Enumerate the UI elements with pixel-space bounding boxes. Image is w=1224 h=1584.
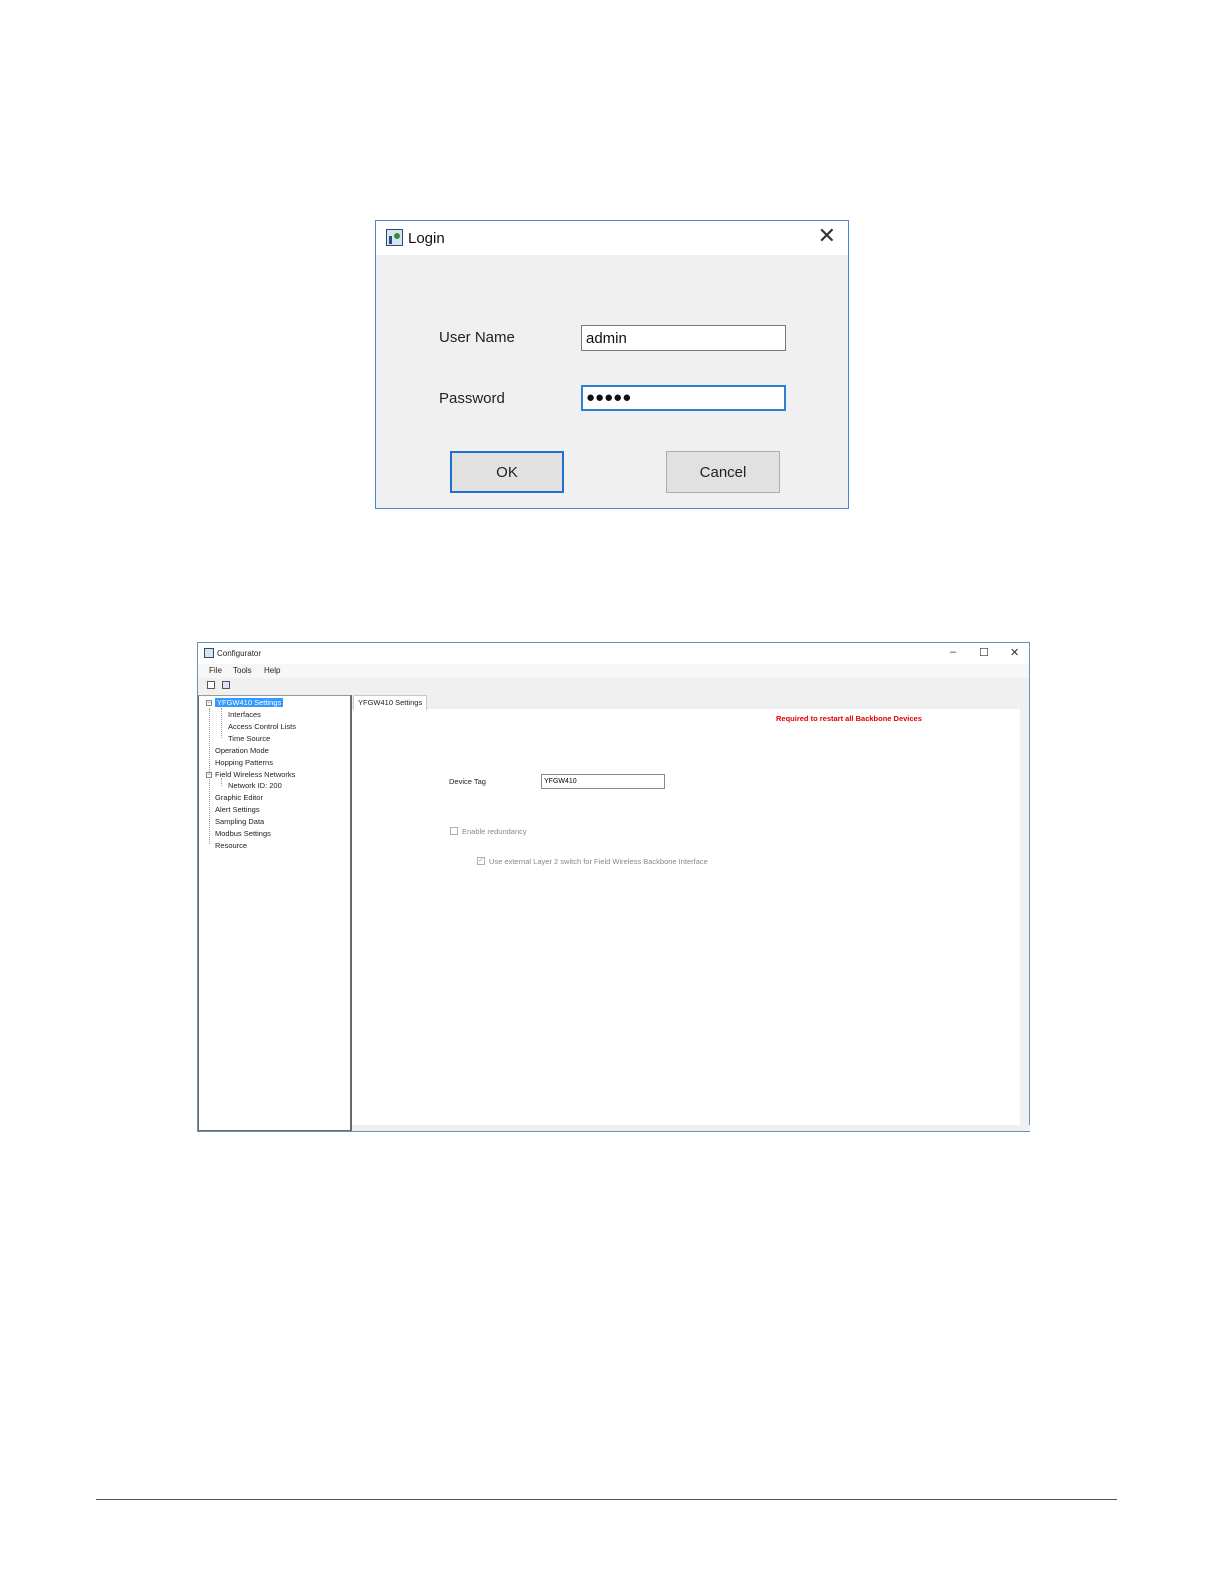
- tree-item-operation-mode[interactable]: Operation Mode: [215, 746, 269, 755]
- device-tag-field[interactable]: [541, 774, 665, 789]
- menu-bar: File Tools Help: [198, 664, 1029, 678]
- app-connect-icon[interactable]: [222, 681, 230, 689]
- tree-item-network-id[interactable]: Network ID: 200: [228, 781, 282, 790]
- login-title: Login: [408, 230, 445, 247]
- configurator-window: Configurator – ☐ ✕ File Tools Help − YFG…: [197, 642, 1030, 1132]
- vertical-scrollbar[interactable]: [1020, 709, 1029, 1129]
- menu-tools[interactable]: Tools: [233, 666, 252, 675]
- cancel-button[interactable]: Cancel: [666, 451, 780, 493]
- maximize-icon[interactable]: ☐: [979, 646, 989, 659]
- window-title: Configurator: [217, 649, 262, 658]
- toolbar: [198, 678, 1029, 693]
- tab-yfgw410-settings[interactable]: YFGW410 Settings: [353, 695, 428, 710]
- horizontal-scrollbar[interactable]: [352, 1125, 1030, 1131]
- menu-help[interactable]: Help: [264, 666, 280, 675]
- app-icon: [204, 648, 214, 658]
- configurator-titlebar: Configurator – ☐ ✕: [198, 643, 1029, 664]
- username-field[interactable]: [581, 325, 786, 351]
- tree-item-graphic-editor[interactable]: Graphic Editor: [215, 793, 263, 802]
- minimize-icon[interactable]: –: [950, 646, 956, 658]
- tree-item-field-wireless-networks[interactable]: Field Wireless Networks: [215, 770, 295, 779]
- password-label: Password: [439, 390, 505, 407]
- login-titlebar: Login ✕: [376, 221, 848, 255]
- settings-panel: YFGW410 Settings Required to restart all…: [351, 695, 1030, 1131]
- settings-tree: − YFGW410 Settings Interfaces Access Con…: [198, 695, 351, 1131]
- tree-item-resource[interactable]: Resource: [215, 841, 247, 850]
- tree-guide-line: [221, 778, 222, 786]
- use-external-switch-label: Use external Layer 2 switch for Field Wi…: [489, 857, 708, 866]
- password-field[interactable]: ●●●●●: [581, 385, 786, 411]
- app-icon: [386, 229, 403, 246]
- enable-redundancy-checkbox[interactable]: [450, 827, 458, 835]
- collapse-icon[interactable]: −: [206, 772, 212, 778]
- tree-item-hopping-patterns[interactable]: Hopping Patterns: [215, 758, 273, 767]
- tree-item-access-control-lists[interactable]: Access Control Lists: [228, 722, 296, 731]
- enable-redundancy-label: Enable redundancy: [462, 827, 527, 836]
- tree-item-sampling-data[interactable]: Sampling Data: [215, 817, 264, 826]
- tree-item-alert-settings[interactable]: Alert Settings: [215, 805, 260, 814]
- tab-strip: YFGW410 Settings: [352, 695, 1029, 710]
- login-dialog: Login ✕ User Name Password ●●●●● OK Canc…: [375, 220, 849, 509]
- username-label: User Name: [439, 329, 515, 346]
- tree-item-time-source[interactable]: Time Source: [228, 734, 270, 743]
- ok-button[interactable]: OK: [450, 451, 564, 493]
- tree-item-modbus-settings[interactable]: Modbus Settings: [215, 829, 271, 838]
- tree-item-interfaces[interactable]: Interfaces: [228, 710, 261, 719]
- tree-item-yfgw410-settings[interactable]: YFGW410 Settings: [215, 698, 284, 707]
- tree-guide-line: [221, 708, 222, 738]
- footer-divider: [96, 1499, 1117, 1500]
- new-document-icon[interactable]: [207, 681, 215, 689]
- restart-warning: Required to restart all Backbone Devices: [776, 714, 922, 723]
- close-icon[interactable]: ✕: [1010, 646, 1019, 659]
- menu-file[interactable]: File: [209, 666, 222, 675]
- device-tag-label: Device Tag: [449, 777, 486, 786]
- collapse-icon[interactable]: −: [206, 700, 212, 706]
- close-icon[interactable]: ✕: [818, 225, 836, 247]
- use-external-switch-checkbox[interactable]: ✓: [477, 857, 485, 865]
